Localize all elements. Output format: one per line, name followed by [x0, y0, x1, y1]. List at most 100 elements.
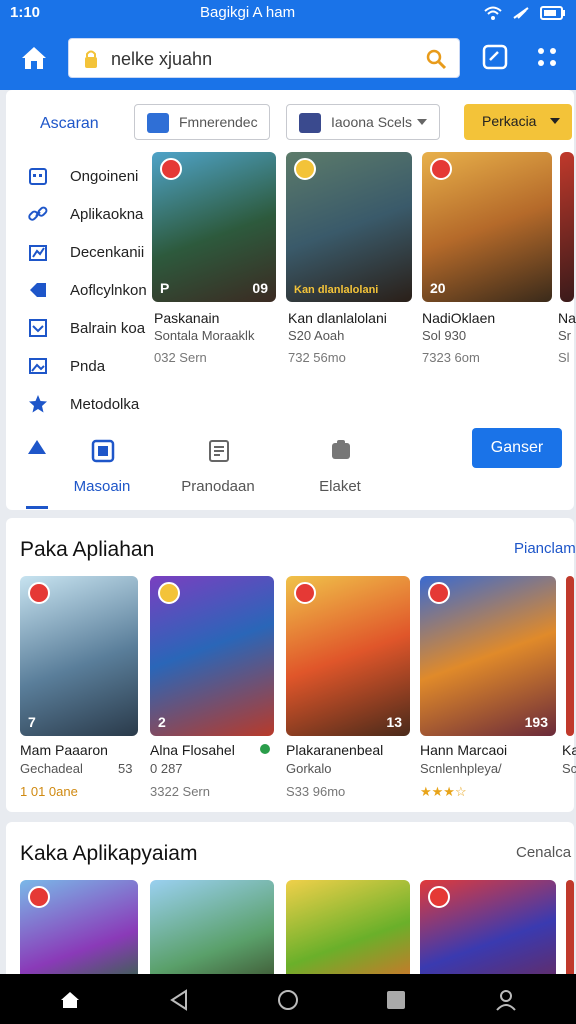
game-sub: Gorkalo — [286, 761, 332, 776]
featured-sub: Sol 930 — [422, 328, 467, 343]
star-icon — [29, 395, 47, 413]
section-link[interactable]: Pianclam — [514, 540, 576, 557]
game-tile-1[interactable]: 7 — [20, 576, 138, 736]
tab-masoain[interactable]: Masoain — [42, 430, 162, 500]
featured-size: Sl — [558, 350, 570, 365]
search-icon[interactable] — [425, 47, 447, 71]
badge-icon — [430, 158, 452, 180]
featured-title: Kan dlanlalolani — [288, 310, 387, 326]
featured-title: NadiOklaen — [422, 310, 496, 326]
badge-icon — [158, 582, 180, 604]
wifi-icon — [483, 6, 502, 21]
section-title: Paka Apliahan — [20, 538, 155, 561]
back-nav-icon[interactable] — [166, 986, 194, 1014]
home-button[interactable] — [16, 38, 52, 78]
game-title: Ka — [562, 742, 576, 758]
search-bar[interactable]: nelke xjuahn — [68, 38, 460, 78]
game-tile-3[interactable]: 13 — [286, 576, 410, 736]
system-nav-bar — [0, 974, 576, 1024]
filter-bar: Ascaran Fmnerendec Iaoona Scels Perkacia — [14, 104, 572, 144]
filter-select-2-label: Iaoona Scels — [331, 114, 412, 130]
tab-label: Masoain — [73, 478, 131, 495]
menu-button[interactable] — [530, 40, 564, 74]
person-nav-icon[interactable] — [492, 986, 520, 1014]
grid-icon — [538, 48, 556, 66]
sidebar-item-5[interactable]: Balrain koa — [24, 314, 154, 344]
sidebar-item-4[interactable]: Aoflcylnkon — [24, 276, 154, 306]
tabs-button[interactable] — [478, 40, 512, 74]
featured-tile-2[interactable]: Kan dlanlalolani — [286, 152, 412, 302]
filter-image-icon — [147, 113, 169, 133]
badge-icon — [160, 158, 182, 180]
home-nav-icon[interactable] — [56, 986, 84, 1014]
tile-badge: 7 — [28, 714, 36, 730]
image-icon — [29, 358, 47, 374]
game-tile-2[interactable]: 2 — [150, 576, 274, 736]
game-sub: Sc — [562, 761, 576, 776]
sidebar-item-2[interactable]: Aplikaokna — [24, 200, 154, 230]
tile-count: 193 — [524, 714, 548, 730]
filter-select-1-label: Fmnerendec — [179, 114, 258, 130]
verified-icon — [260, 744, 270, 754]
sidebar-item-7[interactable]: Metodolka — [24, 390, 154, 420]
game-foot: 3322 Sern — [150, 784, 210, 799]
sidebar-item-1[interactable]: Ongoineni — [24, 162, 154, 192]
featured-size: 7323 6om — [422, 350, 480, 365]
game-sub-right: 53 — [118, 761, 133, 776]
rating-stars: ★★★☆ — [420, 784, 467, 799]
lock-icon — [85, 50, 97, 68]
game-tile-4[interactable]: 193 — [420, 576, 556, 736]
filter-dropdown-button[interactable]: Perkacia — [464, 104, 572, 140]
game-title: Hann Marcaoi — [420, 742, 508, 758]
sidebar-item-label: Aoflcylnkon — [70, 282, 147, 299]
section-link[interactable]: Cenalca — [516, 844, 571, 861]
tile-badge: Kan dlanlalolani — [294, 284, 379, 296]
sidebar-item-6[interactable]: Pnda — [24, 352, 154, 382]
circle-nav-icon[interactable] — [274, 986, 302, 1014]
featured-sub: S20 Aoah — [288, 328, 345, 343]
featured-sub: Sr — [558, 328, 571, 343]
chat-icon — [332, 440, 350, 459]
badge-icon — [428, 886, 450, 908]
featured-tile-1[interactable]: P 09 — [152, 152, 276, 302]
featured-size: 732 56mo — [288, 350, 346, 365]
sidebar-item-label: Metodolka — [70, 396, 140, 413]
featured-tile-4[interactable] — [560, 152, 574, 302]
chevron-down-icon — [550, 118, 560, 124]
featured-sub: Sontala Moraaklk — [154, 328, 255, 343]
game-title: Plakaranenbeal — [286, 742, 384, 758]
tab-label: Pranodaan — [181, 478, 255, 495]
search-input[interactable]: nelke xjuahn — [111, 49, 212, 70]
game-sub: Gechadeal — [20, 761, 83, 776]
sidebar-item-3[interactable]: Decenkanii — [24, 238, 154, 268]
tab-label: Elaket — [319, 478, 361, 495]
game-tile-5[interactable] — [566, 576, 574, 736]
status-center-text: Bagikgi A ham — [200, 4, 296, 21]
tab-pranodaan[interactable]: Pranodaan — [158, 430, 278, 500]
filter-label[interactable]: Ascaran — [40, 115, 99, 133]
browser-toolbar: nelke xjuahn — [0, 26, 576, 90]
status-bar: 1:10 Bagikgi A ham — [0, 0, 576, 26]
section-title: Kaka Aplikapyaiam — [20, 842, 198, 865]
featured-title: Na — [558, 310, 576, 326]
square-nav-icon[interactable] — [382, 986, 410, 1014]
sidebar-item-label: Ongoineni — [70, 168, 139, 185]
ganser-button[interactable]: Ganser — [472, 428, 562, 468]
game-title: Mam Paaaron — [20, 742, 108, 758]
badge-icon — [428, 582, 450, 604]
featured-tile-3[interactable]: 20 — [422, 152, 552, 302]
section-kaka-aplikapyaiam: Kaka Aplikapyaiam Cenalca — [6, 822, 574, 992]
badge-icon — [28, 582, 50, 604]
tab-elaket[interactable]: Elaket — [280, 430, 400, 500]
calendar-icon — [29, 168, 47, 185]
sidebar-item-label: Aplikaokna — [70, 206, 144, 223]
inbox-icon — [29, 319, 47, 337]
link-icon — [28, 206, 48, 221]
sidebar-item-label: Balrain koa — [70, 320, 146, 337]
filter-select-1[interactable]: Fmnerendec — [134, 104, 270, 140]
no-signal-icon — [513, 7, 529, 19]
game-sub: 0 287 — [150, 761, 183, 776]
filter-select-2[interactable]: Iaoona Scels — [286, 104, 440, 140]
square-icon — [482, 44, 508, 70]
section-paka-apliahan: Paka Apliahan Pianclam 7 2 13 193 Mam Pa… — [6, 518, 576, 812]
